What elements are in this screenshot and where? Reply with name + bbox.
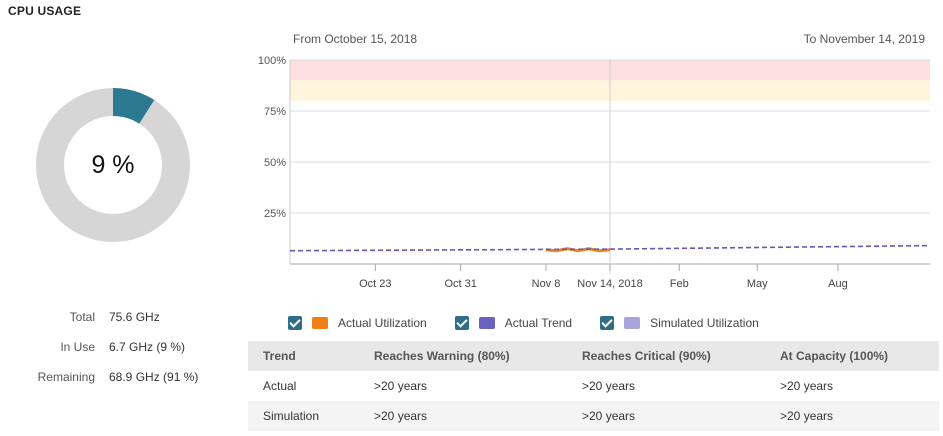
- header-reaches-warning: Reaches Warning (80%): [359, 341, 567, 371]
- legend-label-actual-utilization: Actual Utilization: [338, 316, 427, 330]
- legend-simulated-utilization[interactable]: Simulated Utilization: [600, 316, 759, 330]
- table-row: Actual >20 years >20 years >20 years: [248, 371, 939, 401]
- row-trend-name: Actual: [263, 379, 297, 393]
- header-reaches-critical: Reaches Critical (90%): [567, 341, 765, 371]
- legend-actual-trend[interactable]: Actual Trend: [454, 316, 573, 330]
- x-tick-label: Oct 23: [359, 278, 391, 290]
- legend-label-actual-trend: Actual Trend: [504, 316, 573, 330]
- row-trend-name: Simulation: [248, 401, 359, 431]
- legend-swatch-actual-trend: [478, 317, 495, 329]
- legend-actual-utilization[interactable]: Actual Utilization: [288, 316, 427, 330]
- chart-legend: Actual Utilization Actual Trend Simulate…: [288, 316, 787, 330]
- x-tick-label: Nov 14, 2018: [577, 278, 642, 290]
- trend-table-header: Trend Reaches Warning (80%) Reaches Crit…: [248, 341, 939, 371]
- y-tick-label: 100%: [258, 55, 286, 67]
- header-at-capacity: At Capacity (100%): [765, 341, 939, 371]
- stat-total-value: 75.6 GHz: [109, 310, 160, 324]
- stat-total-label: Total: [69, 310, 95, 324]
- checkbox-checked-icon[interactable]: [288, 316, 302, 330]
- legend-swatch-simulated-utilization: [624, 317, 641, 329]
- panel-title: CPU USAGE: [8, 4, 82, 18]
- checkbox-checked-icon[interactable]: [600, 316, 615, 330]
- y-tick-label: 25%: [264, 208, 286, 220]
- range-to: To November 14, 2019: [803, 32, 925, 46]
- x-tick-label: Nov 8: [532, 278, 561, 290]
- stat-remaining-label: Remaining: [37, 370, 95, 384]
- x-tick-label: Aug: [828, 278, 848, 290]
- row-critical-value: >20 years: [582, 379, 636, 393]
- stat-in-use-label: In Use: [60, 340, 95, 354]
- legend-swatch-actual-utilization: [312, 317, 328, 329]
- y-tick-label: 50%: [264, 157, 286, 169]
- row-warning-value: >20 years: [374, 379, 428, 393]
- row-warning-value: >20 years: [359, 401, 567, 431]
- utilization-chart[interactable]: 100% 75% 50% 25% Oct 23 Oct 31 Nov 8 Nov 14, 20…: [248, 52, 938, 302]
- x-tick-label: Feb: [670, 278, 689, 290]
- row-capacity-value: >20 years: [765, 401, 939, 431]
- x-tick-label: May: [747, 278, 768, 290]
- table-row: Simulation >20 years >20 years >20 years: [248, 401, 939, 431]
- checkbox-checked-icon[interactable]: [454, 316, 469, 330]
- y-tick-label: 75%: [264, 106, 286, 118]
- stat-in-use-value: 6.7 GHz (9 %): [109, 340, 186, 354]
- donut-percent-label: 9 %: [91, 150, 135, 179]
- x-tick-label: Oct 31: [444, 278, 476, 290]
- row-critical-value: >20 years: [567, 401, 765, 431]
- stat-remaining-value: 68.9 GHz (91 %): [109, 370, 199, 384]
- trend-table: Trend Reaches Warning (80%) Reaches Crit…: [248, 341, 939, 431]
- legend-label-simulated-utilization: Simulated Utilization: [650, 316, 759, 330]
- range-from: From October 15, 2018: [293, 32, 418, 46]
- header-trend: Trend: [248, 341, 359, 371]
- row-capacity-value: >20 years: [780, 379, 834, 393]
